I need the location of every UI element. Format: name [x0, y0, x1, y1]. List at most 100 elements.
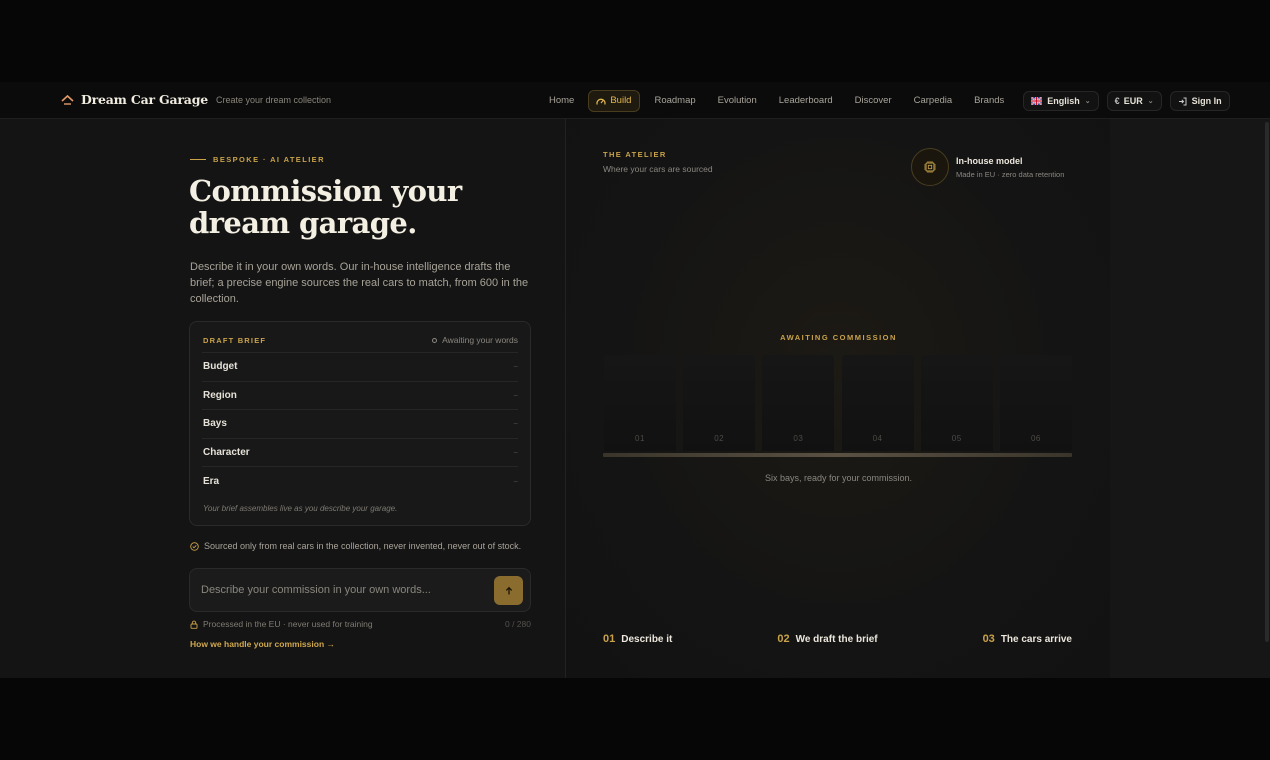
- brief-row-label: Budget: [203, 361, 238, 373]
- bay-number: 06: [1030, 434, 1041, 443]
- nav-brands[interactable]: Brands: [963, 90, 1015, 112]
- language-select[interactable]: English ⌄: [1023, 91, 1099, 111]
- brief-row-label: Bays: [203, 418, 227, 430]
- currency-value: EUR: [1123, 96, 1143, 106]
- brief-row-era: Era –: [202, 466, 518, 495]
- garage-bay: 04: [841, 355, 914, 451]
- process-steps: 01 Describe it 02 We draft the brief 03 …: [603, 633, 1072, 645]
- garage-bay: 03: [762, 355, 835, 451]
- brief-status-text: Awaiting your words: [442, 335, 518, 345]
- commission-composer: [189, 568, 531, 612]
- commission-input[interactable]: [201, 581, 481, 599]
- bay-number: 05: [951, 434, 962, 443]
- garage-bay: 06: [999, 355, 1072, 451]
- chevron-down-icon: ⌄: [1147, 98, 1154, 105]
- login-arrow-icon: [1178, 97, 1187, 106]
- status-circle-icon: [432, 337, 438, 343]
- brief-row-value: –: [513, 448, 518, 458]
- chip-icon: [911, 148, 949, 186]
- brand[interactable]: Dream Car Garage Create your dream colle…: [60, 92, 331, 107]
- atelier-title: THE ATELIER: [603, 150, 667, 159]
- brief-row-value: –: [513, 419, 518, 429]
- check-circle-icon: [190, 541, 199, 551]
- privacy-note-text: Processed in the EU · never used for tra…: [203, 619, 373, 629]
- step-draft: 02 We draft the brief: [777, 633, 877, 645]
- sign-in-button[interactable]: Sign In: [1169, 91, 1230, 111]
- nav-build-label: Build: [610, 95, 632, 106]
- step-label: The cars arrive: [1000, 633, 1072, 645]
- nav-carpedia[interactable]: Carpedia: [903, 90, 964, 112]
- how-we-handle-link[interactable]: How we handle your commission →: [190, 639, 335, 649]
- draft-brief-card: DRAFT BRIEF Awaiting your words Budget –…: [189, 321, 531, 526]
- brief-row-value: –: [513, 390, 518, 400]
- nav-leaderboard[interactable]: Leaderboard: [768, 90, 844, 112]
- brief-fields: Budget – Region – Bays – Character – Era: [202, 352, 518, 495]
- eyebrow-rule: [190, 159, 206, 160]
- app-window: Dream Car Garage Create your dream colle…: [0, 82, 1270, 678]
- nav-home[interactable]: Home: [538, 90, 585, 112]
- euro-icon: €: [1114, 96, 1120, 106]
- commission-panel: BESPOKE · AI ATELIER Commission your dre…: [0, 119, 565, 678]
- page-title: Commission your dream garage.: [189, 174, 462, 240]
- brief-row-value: –: [513, 476, 518, 486]
- scrollbar[interactable]: [1265, 122, 1269, 642]
- privacy-note: Processed in the EU · never used for tra…: [190, 619, 373, 629]
- character-counter: 0 / 280: [505, 619, 531, 629]
- eyebrow: BESPOKE · AI ATELIER: [190, 155, 325, 164]
- nav-build[interactable]: Build: [588, 90, 641, 112]
- step-number: 01: [603, 633, 616, 645]
- arrow-up-icon: [504, 586, 514, 596]
- step-label: Describe it: [621, 633, 673, 645]
- roof-icon: [60, 93, 74, 107]
- main-nav: Home Build Roadmap Evolution Leaderboard…: [538, 90, 1230, 112]
- language-value: English: [1047, 96, 1080, 106]
- sign-in-label: Sign In: [1191, 96, 1222, 106]
- brief-row-budget: Budget –: [202, 352, 518, 381]
- brief-row-label: Region: [203, 389, 237, 401]
- model-subtitle: Made in EU · zero data retention: [956, 170, 1065, 179]
- step-arrive: 03 The cars arrive: [983, 633, 1072, 645]
- garage-bay: 05: [920, 355, 993, 451]
- brief-row-bays: Bays –: [202, 409, 518, 438]
- brief-footnote: Your brief assembles live as you describ…: [203, 504, 398, 513]
- bay-number: 01: [635, 434, 645, 443]
- brief-row-value: –: [513, 362, 518, 372]
- nav-roadmap[interactable]: Roadmap: [643, 90, 706, 112]
- garage-bays: 01 02 03 04 05 06: [604, 355, 1072, 453]
- atelier-panel: THE ATELIER Where your cars are sourced …: [565, 119, 1110, 678]
- bay-number: 02: [714, 434, 725, 443]
- step-describe: 01 Describe it: [603, 633, 672, 645]
- currency-select[interactable]: € EUR ⌄: [1106, 91, 1162, 111]
- brief-row-label: Character: [203, 447, 250, 459]
- brand-tagline: Create your dream collection: [216, 94, 332, 105]
- bay-number: 03: [793, 434, 804, 443]
- nav-discover[interactable]: Discover: [844, 90, 903, 112]
- intro-text: Describe it in your own words. Our in-ho…: [190, 261, 529, 305]
- garage-bay: 01: [604, 355, 676, 451]
- step-number: 03: [982, 633, 995, 645]
- lock-icon: [190, 620, 198, 629]
- eyebrow-text: BESPOKE · AI ATELIER: [213, 155, 325, 164]
- top-navigation-bar: Dream Car Garage Create your dream colle…: [0, 82, 1270, 119]
- page-margin: [1110, 119, 1270, 678]
- uk-flag-icon: [1030, 96, 1043, 106]
- composer-meta: Processed in the EU · never used for tra…: [190, 619, 531, 629]
- sourcing-note: Sourced only from real cars in the colle…: [190, 541, 521, 551]
- bays-caption: Six bays, ready for your commission.: [764, 473, 913, 483]
- bay-number: 04: [872, 434, 883, 443]
- awaiting-label: AWAITING COMMISSION: [780, 333, 897, 342]
- garage-bay: 02: [683, 355, 756, 451]
- nav-evolution[interactable]: Evolution: [707, 90, 768, 112]
- brief-title: DRAFT BRIEF: [203, 335, 267, 345]
- brief-row-character: Character –: [202, 437, 518, 467]
- speedometer-icon: [596, 97, 606, 106]
- model-title: In-house model: [956, 156, 1023, 166]
- send-button[interactable]: [494, 576, 523, 605]
- brand-name: Dream Car Garage: [81, 92, 208, 107]
- brief-row-label: Era: [203, 475, 220, 487]
- step-number: 02: [777, 633, 790, 645]
- brief-row-region: Region –: [202, 380, 518, 410]
- brief-status: Awaiting your words: [432, 335, 518, 345]
- chevron-down-icon: ⌄: [1084, 98, 1091, 105]
- atelier-subtitle: Where your cars are sourced: [603, 164, 713, 174]
